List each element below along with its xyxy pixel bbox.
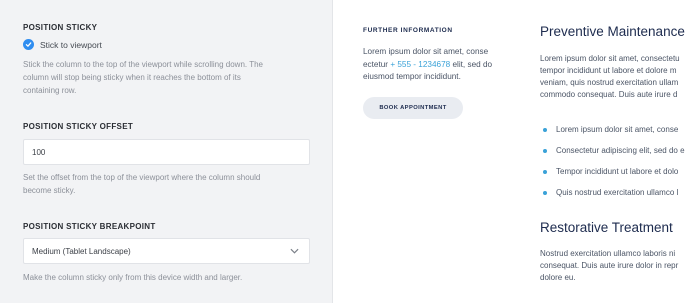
bullet-dot-icon — [543, 170, 547, 174]
book-appointment-button[interactable]: BOOK APPOINTMENT — [363, 97, 463, 119]
list-item-text: Tempor incididunt ut labore et dolo — [556, 167, 679, 176]
bullet-dot-icon — [543, 149, 547, 153]
paragraph-line: consequat. Duis aute irure dolor in repr — [540, 261, 679, 270]
bullet-dot-icon — [543, 191, 547, 195]
list-item: Tempor incididunt ut labore et dolo — [540, 166, 700, 187]
list-item: Lorem ipsum dolor sit amet, conse — [540, 124, 700, 145]
sticky-breakpoint-select[interactable]: Medium (Tablet Landscape) — [23, 238, 310, 264]
stick-to-viewport-label: Stick to viewport — [40, 39, 102, 50]
list-item-text: Lorem ipsum dolor sit amet, conse — [556, 125, 679, 134]
further-info-text-end: elit, sed do — [450, 59, 493, 69]
sticky-description: Stick the column to the top of the viewp… — [23, 58, 309, 97]
check-circle-icon[interactable] — [23, 39, 34, 50]
sticky-offset-input[interactable]: 100 — [23, 139, 310, 165]
sticky-breakpoint-title: POSITION STICKY BREAKPOINT — [23, 222, 156, 231]
paragraph-line: commodo consequat. Duis aute irure d — [540, 90, 678, 99]
sticky-description-line: containing row. — [23, 86, 77, 95]
position-sticky-title: POSITION STICKY — [23, 23, 98, 32]
preventive-bullet-list: Lorem ipsum dolor sit amet, conse Consec… — [540, 124, 700, 208]
breakpoint-description: Make the column sticky only from this de… — [23, 273, 243, 282]
stick-to-viewport-checkbox[interactable]: Stick to viewport — [23, 39, 102, 50]
sticky-description-line: Stick the column to the top of the viewp… — [23, 60, 263, 69]
paragraph-line: tempor incididunt ut labore et dolore m — [540, 66, 677, 75]
sticky-description-line: column will stop being sticky when it re… — [23, 73, 241, 82]
list-item-text: Quis nostrud exercitation ullamco l — [556, 188, 679, 197]
further-info-text: Lorem ipsum dolor sit amet, conse ectetu… — [363, 46, 509, 84]
paragraph-line: veniam, quis nostrud exercitation ullam — [540, 78, 679, 87]
list-item: Quis nostrud exercitation ullamco l — [540, 187, 700, 208]
settings-panel: POSITION STICKY Stick to viewport Stick … — [0, 0, 333, 303]
chevron-down-icon[interactable] — [290, 248, 299, 254]
preventive-maintenance-title: Preventive Maintenance — [540, 24, 685, 39]
further-info-text-start: ectetur — [363, 59, 391, 69]
breakpoint-selected-value: Medium (Tablet Landscape) — [32, 246, 131, 256]
further-info-line: ectetur + 555 - 1234678 elit, sed do — [363, 59, 509, 72]
paragraph-line: dolore eu. — [540, 273, 576, 282]
offset-description-line: become sticky. — [23, 186, 76, 195]
restorative-paragraph: Nostrud exercitation ullamco laboris ni … — [540, 248, 700, 284]
phone-link[interactable]: + 555 - 1234678 — [390, 60, 450, 69]
preventive-paragraph: Lorem ipsum dolor sit amet, consectetu t… — [540, 53, 700, 101]
list-item: Consectetur adipiscing elit, sed do e — [540, 145, 700, 166]
list-item-text: Consectetur adipiscing elit, sed do e — [556, 146, 685, 155]
further-info-line: Lorem ipsum dolor sit amet, conse — [363, 47, 489, 56]
paragraph-line: Nostrud exercitation ullamco laboris ni — [540, 249, 676, 258]
offset-description: Set the offset from the top of the viewp… — [23, 171, 309, 197]
sticky-offset-title: POSITION STICKY OFFSET — [23, 122, 134, 131]
further-info-heading: FURTHER INFORMATION — [363, 27, 453, 34]
bullet-dot-icon — [543, 128, 547, 132]
restorative-treatment-title: Restorative Treatment — [540, 220, 673, 235]
offset-description-line: Set the offset from the top of the viewp… — [23, 173, 261, 182]
paragraph-line: Lorem ipsum dolor sit amet, consectetu — [540, 54, 680, 63]
further-info-line: eiusmod tempor incididunt. — [363, 72, 461, 81]
